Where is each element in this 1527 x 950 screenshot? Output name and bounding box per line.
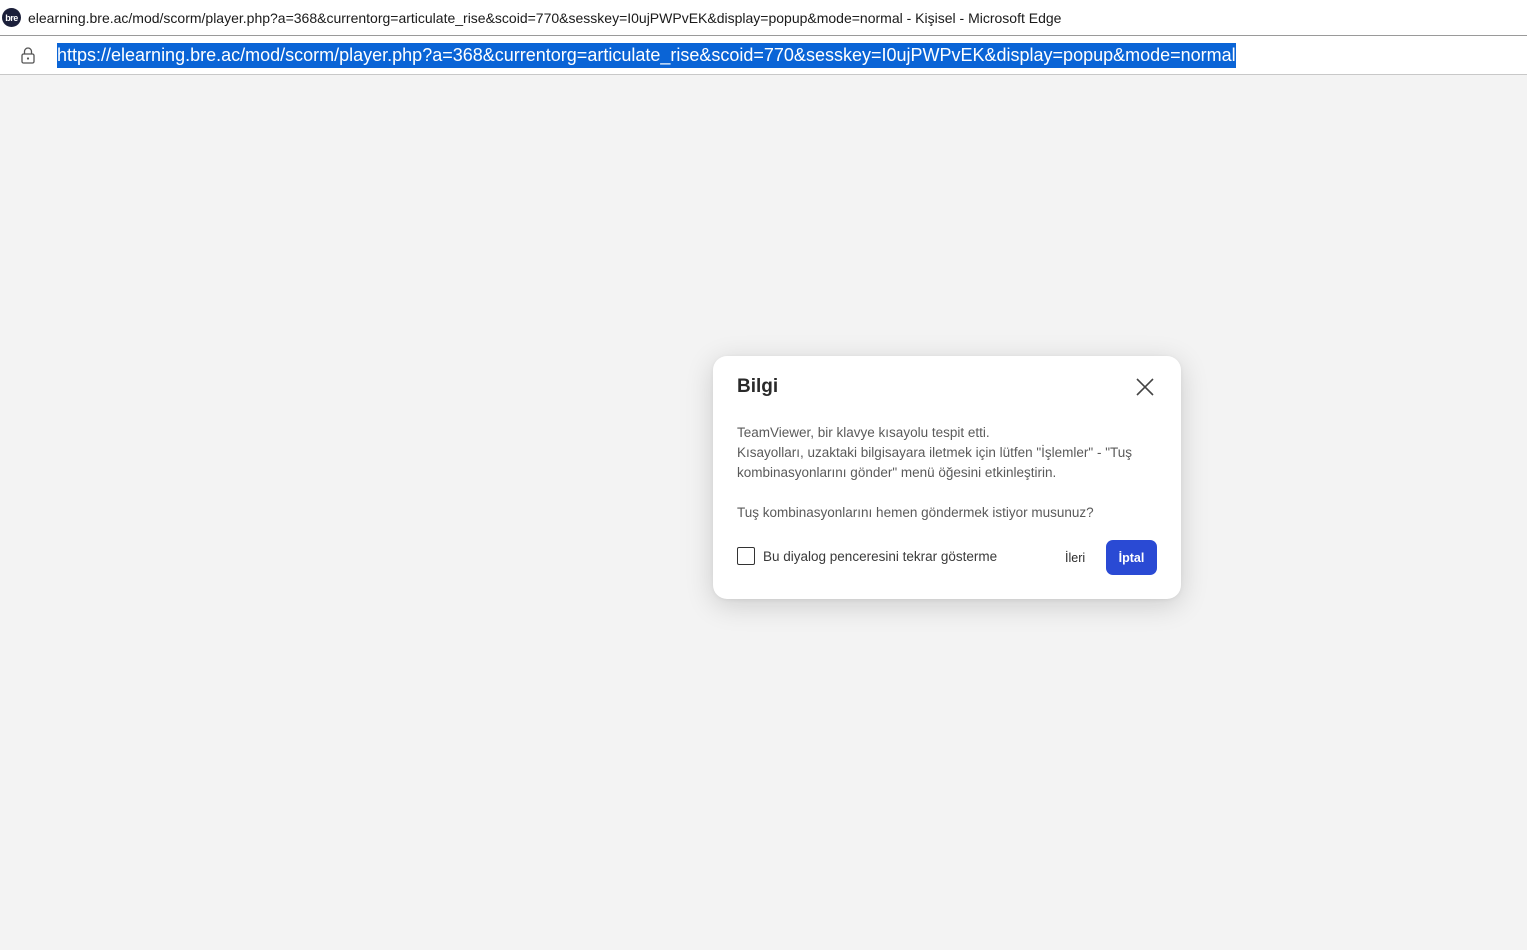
address-bar: https://elearning.bre.ac/mod/scorm/playe… xyxy=(0,35,1527,75)
close-icon xyxy=(1136,378,1154,396)
cancel-button[interactable]: İptal xyxy=(1106,540,1157,575)
dialog-footer: Bu diyalog penceresini tekrar gösterme İ… xyxy=(737,540,1157,575)
checkbox-label: Bu diyalog penceresini tekrar gösterme xyxy=(763,548,998,564)
close-button[interactable] xyxy=(1133,375,1157,399)
window-titlebar: bre elearning.bre.ac/mod/scorm/player.ph… xyxy=(0,0,1527,35)
dialog-question: Tuş kombinasyonlarını hemen göndermek is… xyxy=(737,505,1094,520)
info-dialog: Bilgi TeamViewer, bir klavye kısayolu te… xyxy=(713,356,1181,599)
dialog-title: Bilgi xyxy=(737,376,779,397)
dont-show-again-checkbox[interactable]: Bu diyalog penceresini tekrar gösterme xyxy=(737,547,997,565)
next-button[interactable]: İleri xyxy=(1055,540,1095,575)
dialog-message-line: Kısayolları, uzaktaki bilgisayara iletme… xyxy=(737,445,1133,480)
window-title: elearning.bre.ac/mod/scorm/player.php?a=… xyxy=(28,9,1062,26)
checkbox-box[interactable] xyxy=(737,547,755,565)
url-input[interactable]: https://elearning.bre.ac/mod/scorm/playe… xyxy=(57,42,1236,68)
dialog-body: TeamViewer, bir klavye kısayolu tespit e… xyxy=(737,423,1162,523)
dialog-message-line: TeamViewer, bir klavye kısayolu tespit e… xyxy=(737,425,990,440)
site-logo-icon: bre xyxy=(2,8,21,27)
url-text-selected[interactable]: https://elearning.bre.ac/mod/scorm/playe… xyxy=(57,42,1236,68)
lock-icon[interactable] xyxy=(20,46,36,64)
